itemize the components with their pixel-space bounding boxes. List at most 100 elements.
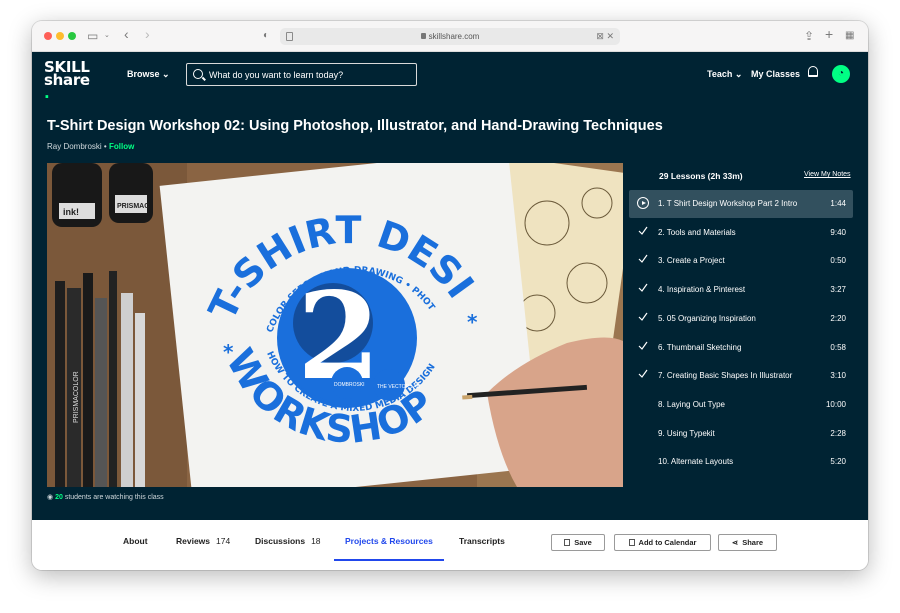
lesson-title: 5. 05 Organizing Inspiration (658, 313, 756, 323)
lesson-duration: 2:20 (830, 313, 846, 323)
lesson-duration: 9:40 (830, 227, 846, 237)
lesson-duration: 0:58 (830, 342, 846, 352)
svg-text:ink!: ink! (63, 207, 79, 217)
watching-count: 20 (55, 494, 63, 501)
skillshare-logo[interactable]: SKILL share. (44, 60, 90, 102)
tab-reviews[interactable]: Reviews 174 (176, 536, 230, 546)
browse-label: Browse (127, 69, 160, 79)
search-placeholder: What do you want to learn today? (209, 70, 344, 80)
add-to-calendar-button[interactable]: Add to Calendar (614, 534, 711, 551)
play-icon (637, 197, 649, 209)
search-input[interactable]: What do you want to learn today? (186, 63, 417, 86)
lesson-duration: 10:00 (825, 399, 846, 409)
course-byline: Ray Dombroski • Follow (47, 142, 134, 151)
minimize-window-button[interactable] (56, 32, 64, 40)
browser-toolbar: ▭ ⌄ ‹ › ◐ skillshare.com ⊠ ✕ ⇪ + ▦ (32, 21, 868, 52)
chevron-down-icon: ⌄ (162, 69, 170, 79)
browse-menu[interactable]: Browse ⌄ (127, 69, 170, 80)
bookmark-icon (564, 538, 571, 546)
view-notes-link[interactable]: View My Notes (804, 171, 851, 178)
watching-indicator: ◉ 20 students are watching this class (47, 493, 164, 501)
svg-text:DOMBROSKI: DOMBROSKI (334, 382, 365, 388)
lesson-title: 9. Using Typekit (658, 428, 715, 438)
tab-transcripts[interactable]: Transcripts (459, 536, 505, 546)
svg-text:*: * (223, 340, 234, 364)
new-tab-icon[interactable]: + (825, 26, 833, 42)
lesson-item[interactable]: 4. Inspiration & Pinterest 3:27 (629, 276, 853, 304)
page-icon (286, 32, 293, 41)
svg-text:PRISMAC: PRISMAC (117, 203, 149, 210)
share-icon[interactable]: ⇪ (804, 28, 814, 44)
lesson-duration: 3:27 (830, 285, 846, 295)
calendar-icon (628, 538, 635, 546)
save-button[interactable]: Save (551, 534, 605, 551)
page-title: T-Shirt Design Workshop 02: Using Photos… (47, 118, 663, 134)
logo-line2: share. (44, 71, 90, 102)
sidebar-toggle-icon[interactable]: ▭ (87, 28, 98, 44)
share-button[interactable]: ⋖ Share (718, 534, 777, 551)
lesson-duration: 5:20 (830, 457, 846, 467)
lessons-header: 29 Lessons (2h 33m) (659, 171, 743, 181)
close-tab-icon[interactable]: ⊠ ✕ (596, 28, 614, 45)
chevron-down-icon[interactable]: ⌄ (104, 28, 110, 44)
eye-icon: ◉ (47, 494, 54, 501)
byline-separator: • (103, 142, 107, 151)
lesson-title: 6. Thumbnail Sketching (658, 342, 742, 352)
lesson-duration: 2:28 (830, 428, 846, 438)
address-bar[interactable]: skillshare.com ⊠ ✕ (280, 28, 620, 45)
pens: PRISMACOLOR (55, 271, 145, 487)
lesson-item[interactable]: 1. T Shirt Design Workshop Part 2 Intro 1… (629, 190, 853, 218)
browser-window: ▭ ⌄ ‹ › ◐ skillshare.com ⊠ ✕ ⇪ + ▦ SKILL… (32, 21, 868, 570)
lesson-duration: 1:44 (830, 199, 846, 208)
watching-text: students are watching this class (64, 494, 164, 501)
close-window-button[interactable] (44, 32, 52, 40)
checkmark-icon (638, 226, 648, 235)
zoom-window-button[interactable] (68, 32, 76, 40)
video-thumbnail: ink! PRISMAC PRISMACOLOR T-SHIRT DESI CO… (47, 163, 623, 487)
lesson-item[interactable]: 7. Creating Basic Shapes In Illustrator 3… (629, 362, 853, 390)
lesson-duration: 0:50 (830, 256, 846, 266)
video-player[interactable]: ink! PRISMAC PRISMACOLOR T-SHIRT DESI CO… (47, 163, 623, 487)
search-icon (193, 69, 203, 79)
lesson-item[interactable]: 6. Thumbnail Sketching 0:58 (629, 334, 853, 362)
lesson-title: 7. Creating Basic Shapes In Illustrator (658, 371, 793, 381)
tab-discussions[interactable]: Discussions 18 (255, 536, 321, 546)
tab-overview-icon[interactable]: ▦ (845, 28, 854, 44)
author-name[interactable]: Ray Dombroski (47, 142, 102, 151)
checkmark-icon (638, 312, 648, 321)
checkmark-icon (638, 255, 648, 264)
svg-text:*: * (467, 310, 478, 334)
svg-text:PRISMACOLOR: PRISMACOLOR (73, 371, 80, 423)
lesson-item[interactable]: 3. Create a Project 0:50 (629, 247, 853, 275)
svg-text:THE VECTOR LAB: THE VECTOR LAB (377, 384, 421, 390)
lesson-item[interactable]: 8. Laying Out Type 10:00 (629, 391, 853, 419)
privacy-shield-icon[interactable]: ◐ (263, 28, 269, 44)
follow-button[interactable]: Follow (109, 142, 134, 151)
lesson-title: 2. Tools and Materials (658, 227, 736, 237)
lesson-item[interactable]: 9. Using Typekit 2:28 (629, 420, 853, 448)
lesson-title: 8. Laying Out Type (658, 399, 726, 409)
teach-menu[interactable]: Teach ⌄ (707, 69, 742, 80)
notifications-bell-icon[interactable] (808, 66, 818, 77)
lesson-title: 3. Create a Project (658, 256, 725, 266)
chevron-down-icon: ⌄ (734, 69, 743, 79)
forward-icon[interactable]: › (145, 26, 150, 42)
skillshare-page: SKILL share. Browse ⌄ What do you want t… (32, 52, 868, 520)
lesson-title: 1. T Shirt Design Workshop Part 2 Intro (658, 199, 798, 208)
teach-label: Teach (707, 69, 733, 79)
lesson-item[interactable]: 10. Alternate Layouts 5:20 (629, 448, 853, 476)
tab-projects-resources[interactable]: Projects & Resources (345, 536, 433, 546)
lesson-title: 10. Alternate Layouts (658, 457, 734, 467)
active-tab-indicator (334, 559, 444, 561)
url-text: skillshare.com (428, 32, 480, 41)
back-icon[interactable]: ‹ (124, 26, 129, 42)
lesson-title: 4. Inspiration & Pinterest (658, 285, 746, 295)
avatar[interactable]: ◔ (832, 65, 850, 83)
checkmark-icon (638, 369, 648, 379)
lesson-item[interactable]: 5. 05 Organizing Inspiration 2:20 (629, 305, 853, 333)
lesson-item[interactable]: 2. Tools and Materials 9:40 (629, 219, 853, 247)
lock-icon (420, 32, 426, 39)
my-classes-link[interactable]: My Classes (751, 69, 800, 79)
checkmark-icon (638, 283, 648, 293)
tab-about[interactable]: About (123, 536, 148, 546)
